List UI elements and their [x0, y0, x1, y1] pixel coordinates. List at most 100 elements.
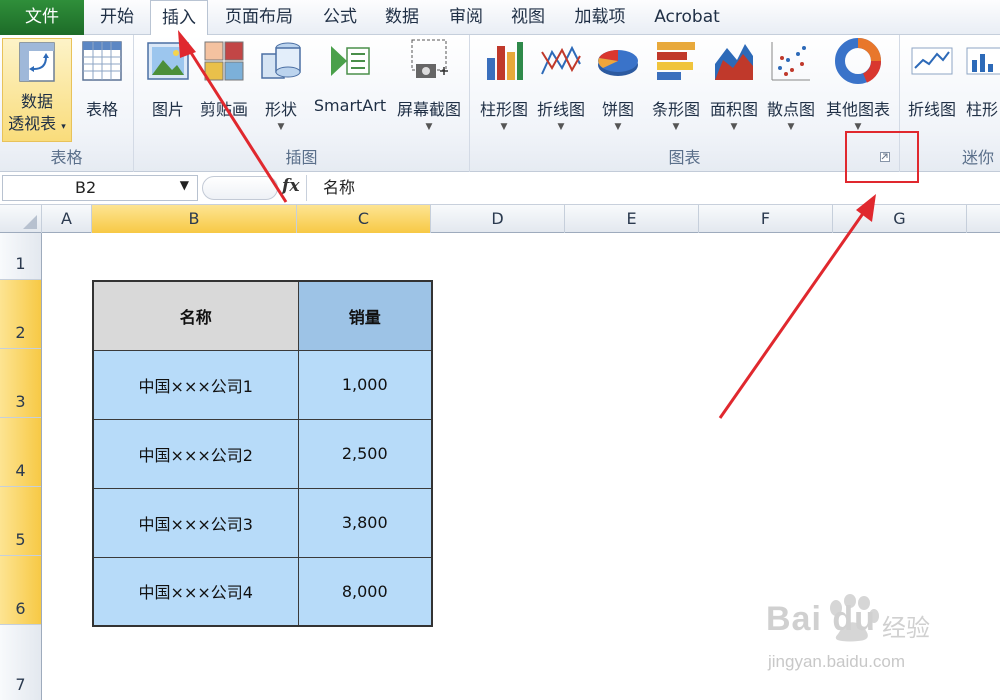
pie-chart-caret: ▼ [614, 122, 622, 132]
cell-sales[interactable]: 3,800 [297, 487, 433, 558]
column-header-b[interactable]: B [92, 205, 297, 233]
shapes-icon [261, 42, 301, 79]
pivot-table-icon [19, 42, 55, 82]
doughnut-chart-icon [835, 38, 881, 84]
watermark-brand: Bai du [766, 600, 876, 638]
column-chart-icon [487, 42, 523, 80]
insert-function-icon[interactable]: fx [282, 176, 299, 196]
tab-review[interactable]: 审阅 [438, 0, 494, 35]
row-header-6[interactable]: 6 [0, 556, 41, 625]
column-chart-button[interactable]: 柱形图 ▼ [474, 38, 534, 132]
smartart-button[interactable]: SmartArt [310, 38, 390, 115]
group-charts: 柱形图 ▼ 折线图 ▼ 饼图 ▼ 条形图 ▼ 面积图 ▼ 散点图 ▼ 其他图表 … [470, 35, 900, 172]
name-box-value: B2 [75, 178, 97, 197]
table-row: 中国×××公司3 3,800 [92, 487, 433, 558]
group-illustrations-label: 插图 [285, 148, 318, 167]
pivot-table-button[interactable]: 数据 透视表 ▾ [2, 38, 72, 142]
sparkline-line-icon [911, 47, 953, 75]
screenshot-label: 屏幕截图 [396, 100, 461, 119]
column-headers: A B C D E F G [0, 205, 1000, 233]
tab-page-layout[interactable]: 页面布局 [214, 0, 304, 35]
formula-bar-splitter[interactable] [202, 176, 278, 200]
shapes-label: 形状 [264, 100, 297, 119]
bar-chart-icon [657, 42, 695, 80]
bar-chart-label: 条形图 [651, 100, 700, 119]
tab-addins[interactable]: 加载项 [562, 0, 638, 35]
tab-formulas[interactable]: 公式 [312, 0, 368, 35]
sparkline-column-button[interactable]: 柱形 [962, 38, 1000, 120]
line-chart-button[interactable]: 折线图 ▼ [532, 38, 590, 132]
scatter-chart-icon [771, 42, 810, 81]
cell-company[interactable]: 中国×××公司3 [92, 487, 299, 558]
column-chart-label: 柱形图 [479, 100, 528, 119]
column-header-g[interactable]: G [833, 205, 967, 233]
tab-data[interactable]: 数据 [374, 0, 430, 35]
tab-view[interactable]: 视图 [500, 0, 556, 35]
column-chart-caret: ▼ [500, 122, 508, 132]
chevron-down-icon[interactable]: ▼ [180, 178, 189, 192]
column-header-f[interactable]: F [699, 205, 833, 233]
column-header-d[interactable]: D [431, 205, 565, 233]
picture-button[interactable]: 图片 [142, 38, 194, 120]
clipart-icon [204, 41, 244, 81]
row-header-7[interactable]: 7 [0, 625, 41, 700]
row-header-2[interactable]: 2 [0, 280, 41, 349]
column-header-a[interactable]: A [42, 205, 92, 233]
scatter-chart-label: 散点图 [766, 100, 815, 119]
screenshot-icon [411, 39, 448, 78]
cell-company[interactable]: 中国×××公司4 [92, 556, 299, 627]
excel-window: 文件 开始 插入 页面布局 公式 数据 审阅 视图 加载项 Acrobat 数据… [0, 0, 1000, 700]
clipart-button[interactable]: 剪贴画 [196, 38, 252, 120]
tab-file[interactable]: 文件 [0, 0, 84, 35]
cell-company[interactable]: 中国×××公司1 [92, 349, 299, 420]
bar-chart-button[interactable]: 条形图 ▼ [646, 38, 706, 132]
other-charts-button[interactable]: 其他图表 ▼ [820, 38, 896, 132]
screenshot-button[interactable]: 屏幕截图 ▼ [392, 38, 466, 132]
shapes-dropdown-caret: ▼ [277, 122, 285, 132]
picture-icon [147, 42, 189, 80]
tab-home[interactable]: 开始 [88, 0, 146, 35]
row-header-5[interactable]: 5 [0, 487, 41, 556]
cell-sales[interactable]: 1,000 [297, 349, 433, 420]
line-chart-label: 折线图 [536, 100, 585, 119]
area-chart-button[interactable]: 面积图 ▼ [704, 38, 764, 132]
header-cell-name[interactable]: 名称 [92, 280, 299, 351]
tab-acrobat[interactable]: Acrobat [646, 0, 728, 35]
sparkline-line-button[interactable]: 折线图 [904, 38, 960, 120]
table-button[interactable]: 表格 [76, 38, 128, 120]
area-chart-label: 面积图 [709, 100, 758, 119]
annotation-highlight-box [845, 131, 919, 183]
line-chart-caret: ▼ [557, 122, 565, 132]
row-header-3[interactable]: 3 [0, 349, 41, 418]
row-header-4[interactable]: 4 [0, 418, 41, 487]
name-box[interactable]: B2 ▼ [2, 175, 198, 201]
smartart-icon [331, 46, 370, 76]
cell-sales[interactable]: 8,000 [297, 556, 433, 627]
shapes-button[interactable]: 形状 ▼ [256, 38, 306, 132]
data-table: 名称 销量 中国×××公司1 1,000 中国×××公司2 2,500 中国××… [92, 280, 433, 627]
area-chart-icon [715, 44, 753, 80]
table-row: 中国×××公司1 1,000 [92, 349, 433, 420]
tab-insert[interactable]: 插入 [150, 0, 208, 36]
group-tables-label: 表格 [50, 148, 83, 167]
header-cell-sales[interactable]: 销量 [297, 280, 433, 351]
baidu-watermark: Bai du 经验 jingyan.baidu.com [762, 592, 998, 680]
group-sparklines-label: 迷你 [962, 148, 995, 167]
cell-company[interactable]: 中国×××公司2 [92, 418, 299, 489]
pie-chart-button[interactable]: 饼图 ▼ [594, 38, 642, 132]
table-icon [82, 41, 122, 81]
screenshot-dropdown-caret: ▼ [425, 122, 433, 132]
pie-chart-label: 饼图 [601, 100, 634, 119]
table-row: 中国×××公司2 2,500 [92, 418, 433, 489]
sparkline-line-label: 折线图 [907, 100, 956, 119]
column-header-c[interactable]: C [297, 205, 431, 233]
cell-sales[interactable]: 2,500 [297, 418, 433, 489]
scatter-chart-button[interactable]: 散点图 ▼ [762, 38, 820, 132]
row-headers: 1 2 3 4 5 6 7 [0, 233, 42, 700]
other-charts-label: 其他图表 [825, 100, 890, 119]
column-header-e[interactable]: E [565, 205, 699, 233]
select-all-corner[interactable] [0, 205, 42, 233]
pie-chart-icon [598, 50, 638, 76]
row-header-1[interactable]: 1 [0, 233, 41, 280]
sparkline-column-label: 柱形 [965, 100, 998, 119]
